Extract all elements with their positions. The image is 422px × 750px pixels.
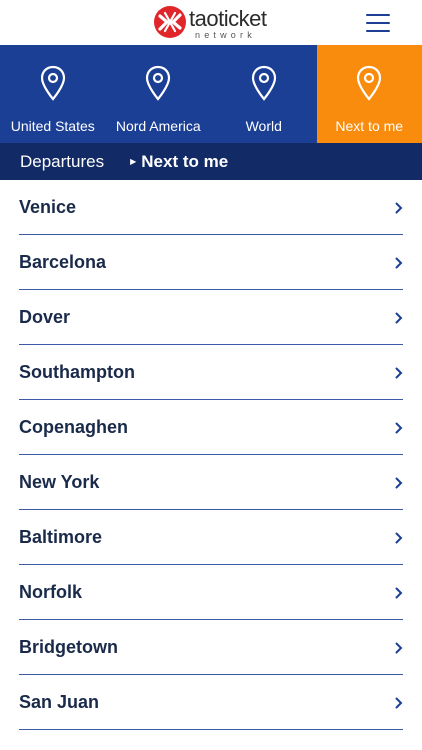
list-item[interactable]: Bridgetown: [19, 620, 403, 675]
chevron-right-icon: [395, 257, 403, 269]
city-list: Venice Barcelona Dover Southampton Copen…: [0, 180, 422, 730]
chevron-right-icon: [395, 642, 403, 654]
breadcrumb-departures[interactable]: Departures: [20, 152, 104, 172]
chevron-right-icon: [395, 532, 403, 544]
tab-united-states[interactable]: United States: [0, 45, 106, 143]
taoticket-logo[interactable]: taoticket network: [153, 5, 267, 41]
chevron-right-icon: [395, 697, 403, 709]
city-name: Bridgetown: [19, 636, 118, 657]
tab-label: United States: [10, 118, 95, 134]
chevron-right-icon: [395, 312, 403, 324]
city-name: Barcelona: [19, 251, 107, 272]
tab-next-to-me[interactable]: Next to me: [316, 45, 422, 143]
tab-label: Next to me: [335, 118, 404, 134]
city-name: Norfolk: [19, 581, 82, 602]
tab-world[interactable]: World: [211, 45, 317, 143]
list-item[interactable]: Norfolk: [19, 565, 403, 620]
city-name: New York: [19, 471, 100, 492]
list-item[interactable]: Dover: [19, 290, 403, 345]
city-name: Copenaghen: [19, 416, 129, 437]
breadcrumb: Departures ▶ Next to me: [0, 143, 422, 180]
list-item[interactable]: San Juan: [19, 675, 403, 730]
list-item[interactable]: Venice: [19, 180, 403, 235]
triangle-right-icon: ▶: [130, 157, 137, 166]
location-pin-icon: [251, 65, 276, 101]
city-name: Venice: [19, 196, 77, 217]
chevron-right-icon: [395, 587, 403, 599]
list-item[interactable]: Southampton: [19, 345, 403, 400]
list-item[interactable]: Barcelona: [19, 235, 403, 290]
breadcrumb-current: ▶ Next to me: [130, 152, 228, 172]
chevron-right-icon: [395, 202, 403, 214]
location-pin-icon: [146, 65, 171, 101]
chevron-right-icon: [395, 477, 403, 489]
logo-subtitle: network: [195, 30, 256, 40]
list-item[interactable]: New York: [19, 455, 403, 510]
tab-label: Nord America: [115, 118, 201, 134]
hamburger-icon[interactable]: [366, 14, 390, 32]
tab-nord-america[interactable]: Nord America: [106, 45, 212, 143]
logo-wordmark: taoticket: [189, 6, 267, 31]
list-item[interactable]: Copenaghen: [19, 400, 403, 455]
tab-label: World: [245, 118, 282, 134]
breadcrumb-current-label: Next to me: [141, 151, 229, 171]
city-name: San Juan: [19, 691, 100, 712]
city-name: Baltimore: [19, 526, 103, 547]
region-tabs: United States Nord America World Next to…: [0, 45, 422, 143]
taoticket-logo-icon: [154, 6, 186, 38]
top-header: taoticket network: [0, 0, 422, 45]
list-item[interactable]: Baltimore: [19, 510, 403, 565]
chevron-right-icon: [395, 422, 403, 434]
city-name: Southampton: [19, 361, 135, 382]
location-pin-icon: [357, 65, 382, 101]
location-pin-icon: [40, 65, 65, 101]
city-name: Dover: [19, 306, 71, 327]
chevron-right-icon: [395, 367, 403, 379]
